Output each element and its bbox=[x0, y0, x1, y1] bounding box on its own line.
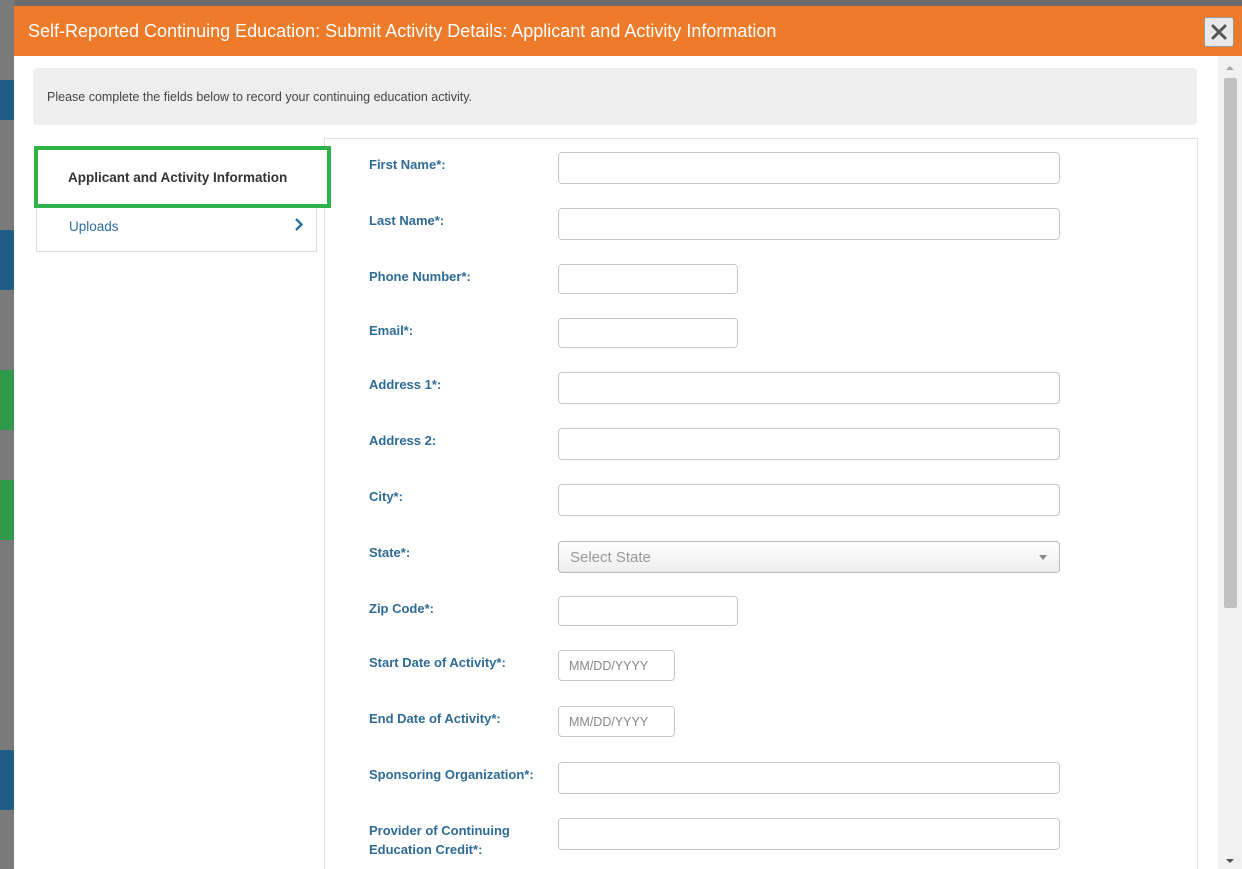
city-field[interactable] bbox=[558, 484, 1060, 516]
scroll-down-button[interactable] bbox=[1218, 853, 1242, 869]
first-name-label: First Name*: bbox=[369, 157, 446, 172]
modal-dialog: Self-Reported Continuing Education: Subm… bbox=[14, 6, 1242, 869]
sidebar-item-applicant-info[interactable]: Applicant and Activity Information bbox=[34, 146, 331, 208]
address1-label: Address 1*: bbox=[369, 377, 442, 392]
backdrop-strip bbox=[0, 750, 14, 810]
state-label: State*: bbox=[369, 545, 411, 560]
provider-field[interactable] bbox=[558, 818, 1060, 850]
start-date-label: Start Date of Activity*: bbox=[369, 655, 506, 670]
close-icon bbox=[1211, 24, 1227, 40]
modal-scrollbar[interactable] bbox=[1218, 56, 1242, 869]
scroll-up-button[interactable] bbox=[1218, 60, 1242, 76]
sponsor-label: Sponsoring Organization*: bbox=[369, 767, 534, 782]
modal-content: Please complete the fields below to reco… bbox=[14, 56, 1218, 869]
backdrop-strip bbox=[0, 80, 14, 120]
page-backdrop bbox=[0, 0, 14, 869]
backdrop-strip bbox=[0, 480, 14, 540]
phone-label: Phone Number*: bbox=[369, 269, 471, 284]
provider-label: Provider of Continuing Education Credit*… bbox=[369, 821, 569, 859]
caret-down-icon bbox=[1039, 555, 1047, 560]
chevron-right-icon bbox=[294, 218, 304, 235]
address1-field[interactable] bbox=[558, 372, 1060, 404]
provider-label-line1: Provider of Continuing bbox=[369, 823, 510, 838]
start-date-field[interactable] bbox=[558, 650, 675, 681]
sidebar-item-label: Uploads bbox=[69, 218, 119, 234]
end-date-label: End Date of Activity*: bbox=[369, 711, 501, 726]
phone-field[interactable] bbox=[558, 264, 738, 294]
sponsor-field[interactable] bbox=[558, 762, 1060, 794]
modal-title: Self-Reported Continuing Education: Subm… bbox=[28, 20, 777, 41]
end-date-field[interactable] bbox=[558, 706, 675, 737]
state-select-value: Select State bbox=[570, 548, 651, 566]
backdrop-strip bbox=[0, 370, 14, 430]
email-label: Email*: bbox=[369, 323, 414, 338]
city-label: City*: bbox=[369, 489, 403, 504]
zip-field[interactable] bbox=[558, 596, 738, 626]
backdrop-strip bbox=[0, 230, 14, 290]
address2-field[interactable] bbox=[558, 428, 1060, 460]
first-name-field[interactable] bbox=[558, 152, 1060, 184]
last-name-field[interactable] bbox=[558, 208, 1060, 240]
scroll-up-icon bbox=[1226, 66, 1234, 70]
instructions-banner: Please complete the fields below to reco… bbox=[33, 68, 1197, 125]
address2-label: Address 2: bbox=[369, 433, 437, 448]
last-name-label: Last Name*: bbox=[369, 213, 445, 228]
modal-titlebar: Self-Reported Continuing Education: Subm… bbox=[14, 6, 1242, 56]
state-select[interactable]: Select State bbox=[558, 541, 1060, 573]
sidebar-item-label: Applicant and Activity Information bbox=[68, 169, 288, 185]
email-field[interactable] bbox=[558, 318, 738, 348]
applicant-form: First Name*: Last Name*: Phone Number*: … bbox=[324, 138, 1198, 869]
scroll-thumb[interactable] bbox=[1224, 78, 1237, 608]
provider-label-line2: Education Credit*: bbox=[369, 842, 483, 857]
zip-label: Zip Code*: bbox=[369, 601, 434, 616]
scroll-down-icon bbox=[1226, 859, 1234, 863]
close-button[interactable] bbox=[1204, 17, 1234, 47]
step-sidebar: Applicant and Activity Information Uploa… bbox=[34, 146, 331, 252]
